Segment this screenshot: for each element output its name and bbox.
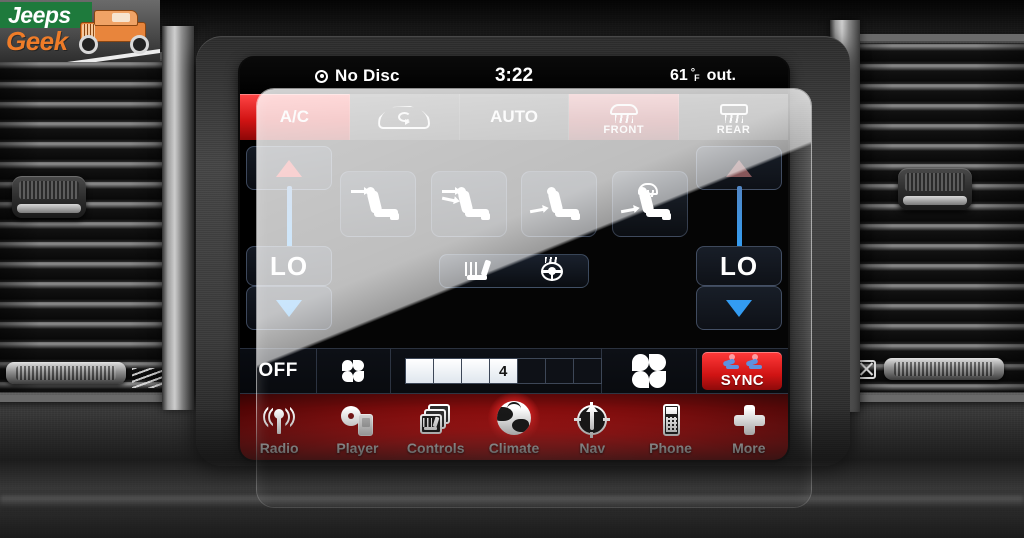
- temp-unit: F: [694, 73, 700, 83]
- driver-temp-label: LO: [269, 250, 309, 281]
- airflow-face-icon: [351, 187, 399, 221]
- heated-steering-wheel-icon[interactable]: [541, 257, 563, 282]
- climate-off-button[interactable]: OFF: [240, 349, 318, 393]
- temp-up-arrow-icon: [276, 159, 302, 177]
- passenger-temp-down-button[interactable]: [696, 286, 782, 330]
- outside-temp-value: 61: [669, 67, 688, 84]
- right-vent-slider-grip: [894, 362, 994, 376]
- passenger-temperature-control: LO: [696, 146, 782, 330]
- left-vent-airflow-arrows-icon: [132, 368, 162, 388]
- fan-segment-current[interactable]: 4: [488, 358, 518, 384]
- driver-temp-bar: [287, 186, 292, 248]
- sync-button-cell: SYNC: [697, 349, 788, 393]
- airflow-face-button[interactable]: [340, 171, 416, 237]
- front-defrost-icon: [609, 103, 638, 123]
- jeeps-geek-watermark: Jeeps Geek: [0, 0, 160, 62]
- clock: 3:22: [494, 65, 534, 86]
- passenger-temp-value: LO: [696, 246, 782, 286]
- dashboard-scene: No Disc 3:22 61 ° F out. A/C AUTO FRONT …: [0, 0, 1024, 538]
- fan-decrease-button[interactable]: [317, 349, 391, 393]
- dashboard-lower-trim: [0, 496, 1024, 510]
- rear-defrost-button[interactable]: REAR: [679, 94, 788, 140]
- airflow-feet-button[interactable]: [521, 171, 598, 237]
- left-vent-slider-grip: [16, 366, 116, 380]
- front-defrost-button[interactable]: FRONT: [569, 94, 680, 140]
- driver-temp-down-button[interactable]: [246, 286, 332, 330]
- auto-button-label: AUTO: [490, 107, 538, 126]
- right-vent-frame: [842, 34, 1024, 402]
- right-vent-slider[interactable]: [884, 358, 1004, 380]
- airflow-feet-icon: [530, 187, 581, 221]
- passenger-temp-bar: [737, 186, 742, 248]
- sync-button-label: SYNC: [720, 372, 765, 389]
- fan-speed-segments: 4: [404, 358, 602, 384]
- logo-text-geek: Geek: [6, 26, 68, 56]
- temp-down-arrow-icon: [726, 299, 752, 317]
- left-vent-slider[interactable]: [6, 362, 126, 384]
- fan-increase-icon: [631, 354, 666, 388]
- temp-up-arrow-icon: [726, 159, 752, 177]
- driver-temp-value: LO: [246, 246, 332, 286]
- ac-button-label: A/C: [279, 107, 310, 126]
- temp-suffix: out.: [706, 67, 736, 84]
- right-vent-knob-ridges: [905, 173, 965, 191]
- airflow-feet-defrost-button[interactable]: [611, 171, 688, 237]
- logo-text-jeeps: Jeeps: [8, 2, 71, 28]
- disc-status-label: No Disc: [335, 66, 400, 85]
- fan-segment[interactable]: [460, 358, 490, 384]
- fan-speed-slider[interactable]: 4: [391, 349, 602, 393]
- climate-main-area: LO LO: [240, 140, 788, 348]
- rear-defrost-label: REAR: [716, 124, 751, 136]
- airflow-feet-defrost-icon: [620, 183, 671, 221]
- rear-defrost-icon: [719, 103, 748, 123]
- auto-button[interactable]: AUTO: [460, 94, 570, 140]
- fan-control-row: OFF 4 SYNC: [240, 348, 788, 394]
- sync-button[interactable]: SYNC: [702, 352, 783, 390]
- jeep-vehicle-icon: [76, 8, 152, 54]
- climate-top-button-row: A/C AUTO FRONT REAR: [240, 94, 788, 140]
- airflow-mode-row: [340, 168, 688, 240]
- outside-temperature: 61 ° F out.: [670, 67, 736, 85]
- fan-segment[interactable]: [404, 358, 434, 384]
- driver-temp-up-button[interactable]: [246, 146, 332, 190]
- fan-segment[interactable]: [544, 358, 574, 384]
- airflow-face-feet-button[interactable]: [430, 171, 507, 237]
- left-vent-knob[interactable]: [12, 176, 86, 218]
- sync-seats-icon: [702, 354, 782, 372]
- left-vent-knob-ridges: [19, 181, 79, 199]
- temp-down-arrow-icon: [276, 299, 302, 317]
- heated-seat-icon[interactable]: [465, 259, 492, 282]
- disc-icon: [315, 69, 328, 83]
- heated-controls-row: [439, 254, 589, 288]
- fan-segment[interactable]: [516, 358, 546, 384]
- fan-segment[interactable]: [432, 358, 462, 384]
- passenger-temp-label: LO: [719, 250, 759, 281]
- front-defrost-label: FRONT: [603, 124, 645, 136]
- right-vent-knob[interactable]: [898, 168, 972, 210]
- driver-temperature-control: LO: [246, 146, 332, 330]
- infotainment-screen[interactable]: No Disc 3:22 61 ° F out. A/C AUTO FRONT …: [240, 58, 788, 460]
- climate-off-label: OFF: [258, 360, 298, 381]
- left-chrome-trim: [162, 26, 194, 410]
- recirculation-icon: [378, 105, 431, 129]
- fan-increase-button[interactable]: [602, 349, 697, 393]
- ac-button[interactable]: A/C: [240, 94, 350, 140]
- fan-segment[interactable]: [572, 358, 602, 384]
- disc-status: No Disc: [315, 66, 400, 86]
- status-bar: No Disc 3:22 61 ° F out.: [240, 58, 788, 94]
- dashboard-lower-shadow: [0, 408, 1024, 538]
- fan-decrease-icon: [342, 360, 365, 382]
- passenger-temp-up-button[interactable]: [696, 146, 782, 190]
- airflow-face-feet-icon: [441, 187, 490, 221]
- recirculation-button[interactable]: [350, 94, 460, 140]
